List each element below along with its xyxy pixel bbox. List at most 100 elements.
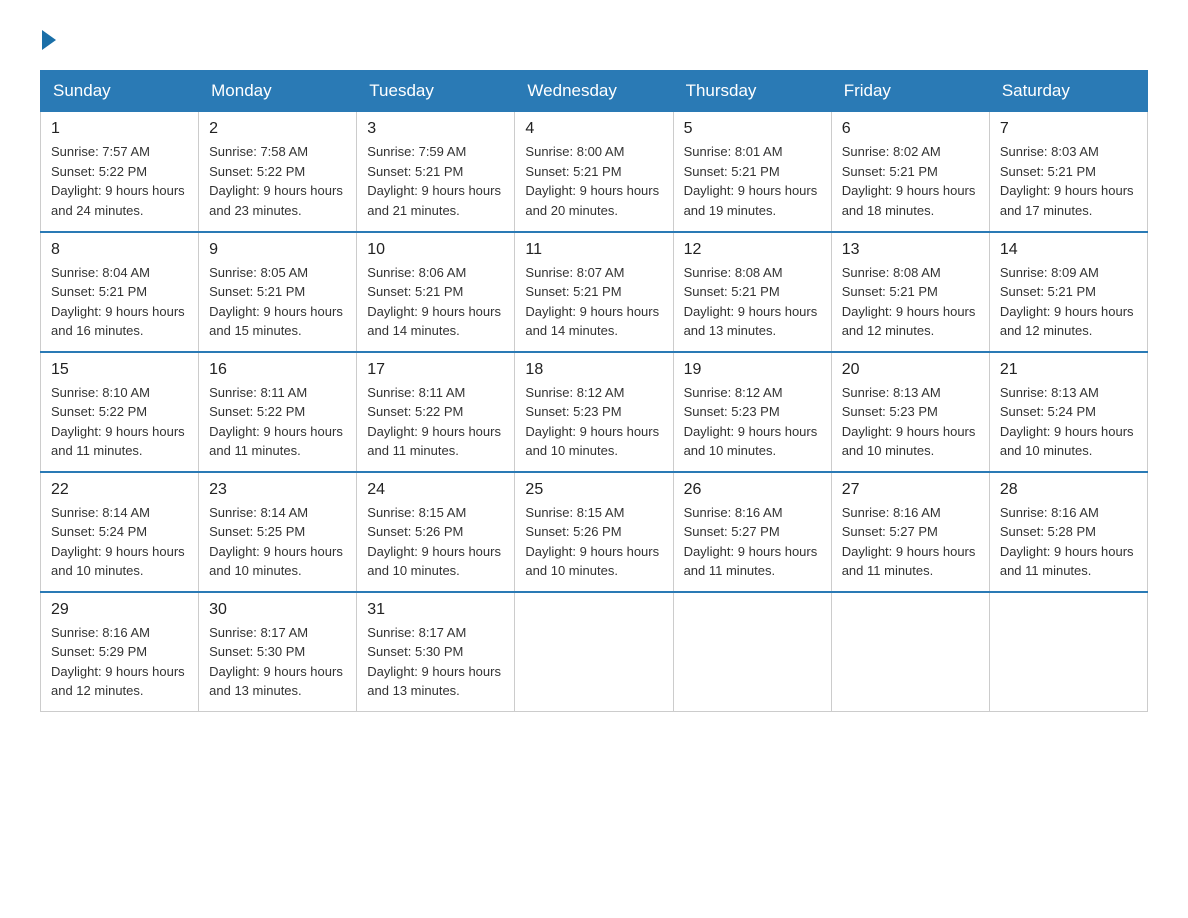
calendar-header-row: SundayMondayTuesdayWednesdayThursdayFrid… [41, 71, 1148, 112]
day-info: Sunrise: 8:06 AMSunset: 5:21 PMDaylight:… [367, 263, 504, 341]
day-number: 4 [525, 120, 662, 138]
logo-text [40, 30, 58, 50]
day-info: Sunrise: 8:09 AMSunset: 5:21 PMDaylight:… [1000, 263, 1137, 341]
calendar-table: SundayMondayTuesdayWednesdayThursdayFrid… [40, 70, 1148, 712]
day-number: 8 [51, 241, 188, 259]
calendar-week-row: 15 Sunrise: 8:10 AMSunset: 5:22 PMDaylig… [41, 352, 1148, 472]
day-number: 5 [684, 120, 821, 138]
day-info: Sunrise: 8:15 AMSunset: 5:26 PMDaylight:… [367, 503, 504, 581]
day-number: 29 [51, 601, 188, 619]
calendar-cell: 7 Sunrise: 8:03 AMSunset: 5:21 PMDayligh… [989, 112, 1147, 232]
calendar-cell: 23 Sunrise: 8:14 AMSunset: 5:25 PMDaylig… [199, 472, 357, 592]
day-info: Sunrise: 8:14 AMSunset: 5:25 PMDaylight:… [209, 503, 346, 581]
day-info: Sunrise: 8:16 AMSunset: 5:27 PMDaylight:… [842, 503, 979, 581]
day-info: Sunrise: 8:16 AMSunset: 5:27 PMDaylight:… [684, 503, 821, 581]
calendar-cell: 29 Sunrise: 8:16 AMSunset: 5:29 PMDaylig… [41, 592, 199, 712]
day-number: 1 [51, 120, 188, 138]
day-number: 20 [842, 361, 979, 379]
column-header-sunday: Sunday [41, 71, 199, 112]
day-number: 2 [209, 120, 346, 138]
day-info: Sunrise: 7:57 AMSunset: 5:22 PMDaylight:… [51, 142, 188, 220]
day-info: Sunrise: 8:05 AMSunset: 5:21 PMDaylight:… [209, 263, 346, 341]
day-number: 15 [51, 361, 188, 379]
day-info: Sunrise: 8:14 AMSunset: 5:24 PMDaylight:… [51, 503, 188, 581]
day-number: 18 [525, 361, 662, 379]
day-number: 26 [684, 481, 821, 499]
day-number: 3 [367, 120, 504, 138]
day-info: Sunrise: 8:13 AMSunset: 5:23 PMDaylight:… [842, 383, 979, 461]
day-number: 24 [367, 481, 504, 499]
day-info: Sunrise: 8:08 AMSunset: 5:21 PMDaylight:… [684, 263, 821, 341]
logo-triangle-icon [42, 30, 56, 50]
day-info: Sunrise: 8:01 AMSunset: 5:21 PMDaylight:… [684, 142, 821, 220]
day-number: 13 [842, 241, 979, 259]
calendar-cell: 17 Sunrise: 8:11 AMSunset: 5:22 PMDaylig… [357, 352, 515, 472]
column-header-saturday: Saturday [989, 71, 1147, 112]
calendar-cell: 4 Sunrise: 8:00 AMSunset: 5:21 PMDayligh… [515, 112, 673, 232]
day-number: 25 [525, 481, 662, 499]
day-number: 31 [367, 601, 504, 619]
calendar-cell: 21 Sunrise: 8:13 AMSunset: 5:24 PMDaylig… [989, 352, 1147, 472]
calendar-cell: 22 Sunrise: 8:14 AMSunset: 5:24 PMDaylig… [41, 472, 199, 592]
day-info: Sunrise: 8:12 AMSunset: 5:23 PMDaylight:… [525, 383, 662, 461]
column-header-friday: Friday [831, 71, 989, 112]
calendar-cell: 13 Sunrise: 8:08 AMSunset: 5:21 PMDaylig… [831, 232, 989, 352]
calendar-week-row: 1 Sunrise: 7:57 AMSunset: 5:22 PMDayligh… [41, 112, 1148, 232]
calendar-cell: 15 Sunrise: 8:10 AMSunset: 5:22 PMDaylig… [41, 352, 199, 472]
column-header-monday: Monday [199, 71, 357, 112]
calendar-cell: 20 Sunrise: 8:13 AMSunset: 5:23 PMDaylig… [831, 352, 989, 472]
day-info: Sunrise: 8:16 AMSunset: 5:29 PMDaylight:… [51, 623, 188, 701]
calendar-cell: 2 Sunrise: 7:58 AMSunset: 5:22 PMDayligh… [199, 112, 357, 232]
calendar-cell: 3 Sunrise: 7:59 AMSunset: 5:21 PMDayligh… [357, 112, 515, 232]
column-header-wednesday: Wednesday [515, 71, 673, 112]
calendar-cell: 24 Sunrise: 8:15 AMSunset: 5:26 PMDaylig… [357, 472, 515, 592]
calendar-cell: 6 Sunrise: 8:02 AMSunset: 5:21 PMDayligh… [831, 112, 989, 232]
column-header-tuesday: Tuesday [357, 71, 515, 112]
calendar-cell: 14 Sunrise: 8:09 AMSunset: 5:21 PMDaylig… [989, 232, 1147, 352]
calendar-cell: 16 Sunrise: 8:11 AMSunset: 5:22 PMDaylig… [199, 352, 357, 472]
day-info: Sunrise: 8:03 AMSunset: 5:21 PMDaylight:… [1000, 142, 1137, 220]
day-info: Sunrise: 8:04 AMSunset: 5:21 PMDaylight:… [51, 263, 188, 341]
calendar-cell: 11 Sunrise: 8:07 AMSunset: 5:21 PMDaylig… [515, 232, 673, 352]
day-number: 16 [209, 361, 346, 379]
day-number: 30 [209, 601, 346, 619]
calendar-cell: 9 Sunrise: 8:05 AMSunset: 5:21 PMDayligh… [199, 232, 357, 352]
day-info: Sunrise: 8:15 AMSunset: 5:26 PMDaylight:… [525, 503, 662, 581]
calendar-cell: 5 Sunrise: 8:01 AMSunset: 5:21 PMDayligh… [673, 112, 831, 232]
day-number: 19 [684, 361, 821, 379]
day-number: 21 [1000, 361, 1137, 379]
calendar-cell: 1 Sunrise: 7:57 AMSunset: 5:22 PMDayligh… [41, 112, 199, 232]
logo [40, 30, 58, 50]
day-info: Sunrise: 8:02 AMSunset: 5:21 PMDaylight:… [842, 142, 979, 220]
day-number: 17 [367, 361, 504, 379]
calendar-cell: 26 Sunrise: 8:16 AMSunset: 5:27 PMDaylig… [673, 472, 831, 592]
day-number: 23 [209, 481, 346, 499]
calendar-cell: 25 Sunrise: 8:15 AMSunset: 5:26 PMDaylig… [515, 472, 673, 592]
calendar-cell: 18 Sunrise: 8:12 AMSunset: 5:23 PMDaylig… [515, 352, 673, 472]
day-info: Sunrise: 8:17 AMSunset: 5:30 PMDaylight:… [367, 623, 504, 701]
day-number: 7 [1000, 120, 1137, 138]
calendar-cell: 10 Sunrise: 8:06 AMSunset: 5:21 PMDaylig… [357, 232, 515, 352]
day-info: Sunrise: 8:13 AMSunset: 5:24 PMDaylight:… [1000, 383, 1137, 461]
day-info: Sunrise: 7:58 AMSunset: 5:22 PMDaylight:… [209, 142, 346, 220]
day-info: Sunrise: 8:00 AMSunset: 5:21 PMDaylight:… [525, 142, 662, 220]
column-header-thursday: Thursday [673, 71, 831, 112]
day-info: Sunrise: 8:10 AMSunset: 5:22 PMDaylight:… [51, 383, 188, 461]
day-info: Sunrise: 8:17 AMSunset: 5:30 PMDaylight:… [209, 623, 346, 701]
day-info: Sunrise: 8:12 AMSunset: 5:23 PMDaylight:… [684, 383, 821, 461]
calendar-week-row: 8 Sunrise: 8:04 AMSunset: 5:21 PMDayligh… [41, 232, 1148, 352]
day-number: 12 [684, 241, 821, 259]
calendar-cell: 27 Sunrise: 8:16 AMSunset: 5:27 PMDaylig… [831, 472, 989, 592]
page-header [40, 30, 1148, 50]
calendar-cell: 19 Sunrise: 8:12 AMSunset: 5:23 PMDaylig… [673, 352, 831, 472]
calendar-cell: 28 Sunrise: 8:16 AMSunset: 5:28 PMDaylig… [989, 472, 1147, 592]
day-number: 6 [842, 120, 979, 138]
calendar-cell: 31 Sunrise: 8:17 AMSunset: 5:30 PMDaylig… [357, 592, 515, 712]
calendar-cell [831, 592, 989, 712]
day-number: 10 [367, 241, 504, 259]
calendar-cell [989, 592, 1147, 712]
day-number: 27 [842, 481, 979, 499]
day-info: Sunrise: 8:11 AMSunset: 5:22 PMDaylight:… [367, 383, 504, 461]
day-info: Sunrise: 8:07 AMSunset: 5:21 PMDaylight:… [525, 263, 662, 341]
calendar-week-row: 22 Sunrise: 8:14 AMSunset: 5:24 PMDaylig… [41, 472, 1148, 592]
